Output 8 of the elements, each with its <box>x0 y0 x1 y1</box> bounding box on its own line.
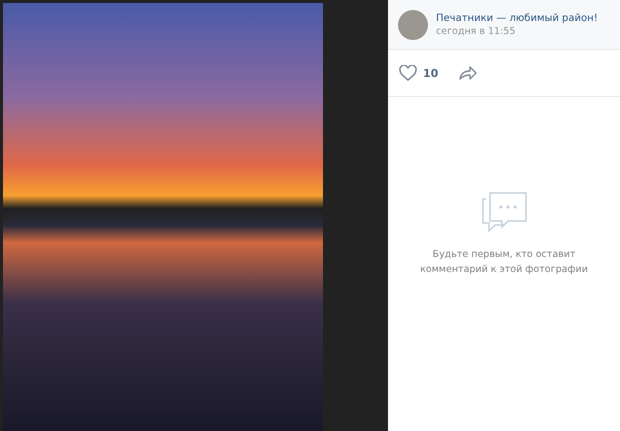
heart-icon[interactable] <box>399 65 417 81</box>
group-avatar[interactable] <box>398 10 428 40</box>
share-icon[interactable] <box>458 65 478 81</box>
empty-comments-text: Будьте первым, кто оставит комментарий к этой фотографии <box>419 248 589 277</box>
group-name[interactable]: Печатники — любимый район! <box>436 12 598 24</box>
like-count: 10 <box>423 66 438 80</box>
post-time: сегодня в 11:55 <box>436 26 516 36</box>
comments-icon <box>480 191 528 235</box>
